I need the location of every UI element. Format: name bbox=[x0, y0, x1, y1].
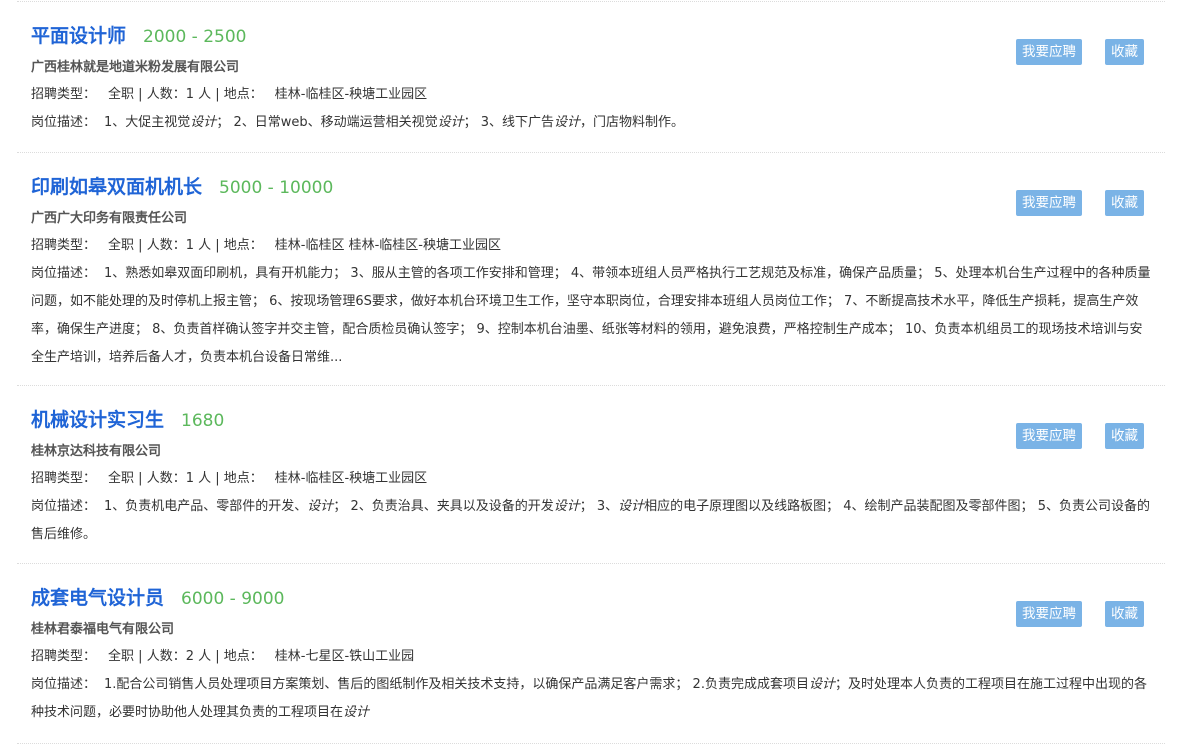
description-segment: ，门店物料制作。 bbox=[580, 115, 685, 130]
apply-button[interactable]: 我要应聘 bbox=[1016, 423, 1082, 449]
favorite-button[interactable]: 收藏 bbox=[1105, 39, 1144, 65]
favorite-button[interactable]: 收藏 bbox=[1105, 423, 1144, 449]
headcount: 1 人 bbox=[185, 87, 212, 102]
job-listing: 机械设计实习生 1680 桂林京达科技有限公司 招聘类型： 全职 | 人数：1 人… bbox=[17, 386, 1165, 564]
favorite-button[interactable]: 收藏 bbox=[1105, 601, 1144, 627]
salary-range: 1680 bbox=[181, 411, 225, 431]
job-heading: 成套电气设计员 6000 - 9000 bbox=[31, 583, 285, 610]
type-label: 招聘类型： bbox=[31, 87, 97, 102]
salary-range: 6000 - 9000 bbox=[181, 589, 285, 609]
job-title-link[interactable]: 成套电气设计员 bbox=[31, 583, 164, 610]
desc-label: 岗位描述： bbox=[31, 266, 97, 281]
keyword-highlight: 设计 bbox=[554, 115, 581, 130]
type-label: 招聘类型： bbox=[31, 649, 97, 664]
keyword-highlight: 设计 bbox=[343, 705, 370, 720]
job-description: 岗位描述： 1、熟悉如皋双面印刷机，具有开机能力； 3、服从主管的各项工作安排和管… bbox=[31, 260, 1155, 372]
job-description-text: 1、大促主视觉设计； 2、日常web、移动端运营相关视觉设计； 3、线下广告设计… bbox=[104, 115, 684, 130]
job-heading: 印刷如皋双面机机长 5000 - 10000 bbox=[31, 172, 333, 199]
apply-button[interactable]: 我要应聘 bbox=[1016, 601, 1082, 627]
job-listing: 平面设计师 2000 - 2500 广西桂林就是地道米粉发展有限公司 招聘类型：… bbox=[17, 2, 1165, 153]
job-type: 全职 bbox=[108, 471, 135, 486]
job-location: 桂林-临桂区 桂林-临桂区-秧塘工业园区 bbox=[274, 238, 501, 253]
desc-label: 岗位描述： bbox=[31, 115, 97, 130]
desc-label: 岗位描述： bbox=[31, 677, 97, 692]
company-name-link[interactable]: 桂林京达科技有限公司 bbox=[31, 440, 161, 459]
job-heading: 平面设计师 2000 - 2500 bbox=[31, 21, 247, 48]
count-label: 人数： bbox=[146, 649, 186, 664]
job-meta: 招聘类型： 全职 | 人数：1 人 | 地点： 桂林-临桂区-秧塘工业园区 bbox=[31, 471, 428, 486]
location-label: 地点： bbox=[223, 471, 263, 486]
keyword-highlight: 设计 bbox=[307, 499, 334, 514]
job-heading: 机械设计实习生 1680 bbox=[31, 405, 224, 432]
description-segment: 1.配合公司销售人员处理项目方案策划、售后的图纸制作及相关技术支持，以确保产品满… bbox=[104, 677, 809, 692]
type-label: 招聘类型： bbox=[31, 238, 97, 253]
job-meta: 招聘类型： 全职 | 人数：1 人 | 地点： 桂林-临桂区-秧塘工业园区 bbox=[31, 87, 428, 102]
job-description: 岗位描述： 1、大促主视觉设计； 2、日常web、移动端运营相关视觉设计； 3、线… bbox=[31, 109, 1155, 137]
job-meta: 招聘类型： 全职 | 人数：1 人 | 地点： 桂林-临桂区 桂林-临桂区-秧塘工业… bbox=[31, 238, 501, 253]
job-title-link[interactable]: 机械设计实习生 bbox=[31, 405, 164, 432]
location-label: 地点： bbox=[223, 238, 263, 253]
keyword-highlight: 设计 bbox=[553, 499, 580, 514]
description-segment: 1、大促主视觉 bbox=[104, 115, 191, 130]
apply-button[interactable]: 我要应聘 bbox=[1016, 190, 1082, 216]
location-label: 地点： bbox=[223, 649, 263, 664]
keyword-highlight: 设计 bbox=[437, 115, 464, 130]
job-meta: 招聘类型： 全职 | 人数：2 人 | 地点： 桂林-七星区-铁山工业园 bbox=[31, 649, 415, 664]
type-label: 招聘类型： bbox=[31, 471, 97, 486]
description-segment: ； 2、负责治具、夹具以及设备的开发 bbox=[333, 499, 554, 514]
count-label: 人数： bbox=[146, 87, 186, 102]
keyword-highlight: 设计 bbox=[190, 115, 217, 130]
job-description: 岗位描述： 1、负责机电产品、零部件的开发、设计； 2、负责治具、夹具以及设备的开… bbox=[31, 493, 1155, 549]
headcount: 1 人 bbox=[185, 238, 212, 253]
job-description: 岗位描述： 1.配合公司销售人员处理项目方案策划、售后的图纸制作及相关技术支持，以… bbox=[31, 671, 1155, 727]
job-type: 全职 bbox=[108, 649, 135, 664]
favorite-button[interactable]: 收藏 bbox=[1105, 190, 1144, 216]
company-name-link[interactable]: 桂林君泰福电气有限公司 bbox=[31, 618, 174, 637]
description-segment: ； 3、线下广告 bbox=[463, 115, 555, 130]
apply-button[interactable]: 我要应聘 bbox=[1016, 39, 1082, 65]
job-description-text: 1、负责机电产品、零部件的开发、设计； 2、负责治具、夹具以及设备的开发设计； … bbox=[31, 499, 1150, 542]
count-label: 人数： bbox=[146, 471, 186, 486]
job-list: 平面设计师 2000 - 2500 广西桂林就是地道米粉发展有限公司 招聘类型：… bbox=[17, 2, 1165, 744]
desc-label: 岗位描述： bbox=[31, 499, 97, 514]
description-segment: ； 3、 bbox=[579, 499, 619, 514]
count-label: 人数： bbox=[146, 238, 186, 253]
company-name-link[interactable]: 广西广大印务有限责任公司 bbox=[31, 207, 187, 226]
job-type: 全职 bbox=[108, 238, 135, 253]
job-type: 全职 bbox=[108, 87, 135, 102]
job-description-text: 1.配合公司销售人员处理项目方案策划、售后的图纸制作及相关技术支持，以确保产品满… bbox=[31, 677, 1147, 720]
salary-range: 2000 - 2500 bbox=[143, 27, 247, 47]
keyword-highlight: 设计 bbox=[618, 499, 645, 514]
job-description-text: 1、熟悉如皋双面印刷机，具有开机能力； 3、服从主管的各项工作安排和管理； 4、… bbox=[31, 266, 1151, 365]
headcount: 2 人 bbox=[185, 649, 212, 664]
job-title-link[interactable]: 平面设计师 bbox=[31, 21, 126, 48]
company-name-link[interactable]: 广西桂林就是地道米粉发展有限公司 bbox=[31, 56, 239, 75]
description-segment: 1、负责机电产品、零部件的开发、 bbox=[104, 499, 308, 514]
description-segment: ； 2、日常web、移动端运营相关视觉 bbox=[216, 115, 438, 130]
job-location: 桂林-七星区-铁山工业园 bbox=[274, 649, 415, 664]
salary-range: 5000 - 10000 bbox=[219, 178, 334, 198]
job-location: 桂林-临桂区-秧塘工业园区 bbox=[274, 87, 428, 102]
location-label: 地点： bbox=[223, 87, 263, 102]
job-listing: 印刷如皋双面机机长 5000 - 10000 广西广大印务有限责任公司 招聘类型… bbox=[17, 153, 1165, 386]
job-location: 桂林-临桂区-秧塘工业园区 bbox=[274, 471, 428, 486]
job-listing: 成套电气设计员 6000 - 9000 桂林君泰福电气有限公司 招聘类型： 全职 … bbox=[17, 564, 1165, 744]
job-title-link[interactable]: 印刷如皋双面机机长 bbox=[31, 172, 202, 199]
description-segment: 1、熟悉如皋双面印刷机，具有开机能力； 3、服从主管的各项工作安排和管理； 4、… bbox=[31, 266, 1151, 365]
keyword-highlight: 设计 bbox=[808, 677, 835, 692]
headcount: 1 人 bbox=[185, 471, 212, 486]
